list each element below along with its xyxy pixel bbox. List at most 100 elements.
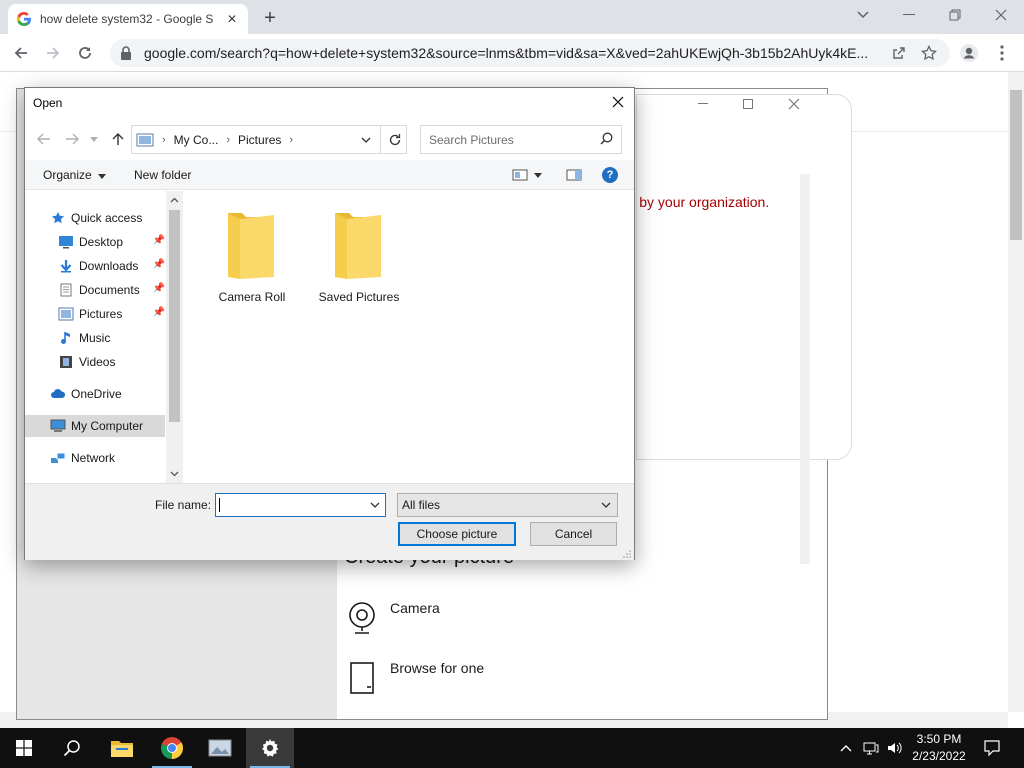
settings-gear-icon[interactable] <box>246 728 294 768</box>
search-icon[interactable] <box>48 728 96 768</box>
browse-option[interactable]: Browse for one <box>346 660 484 696</box>
video-icon <box>57 354 75 370</box>
profile-avatar-icon[interactable] <box>956 40 982 66</box>
dialog-footer: File name: All files Choose picture Canc… <box>25 483 634 560</box>
address-dropdown-chevron-icon[interactable] <box>354 126 378 153</box>
nav-item-label: Videos <box>79 355 116 369</box>
resize-grip-icon[interactable] <box>622 548 632 558</box>
share-icon[interactable] <box>888 42 910 64</box>
nav-item-quick-access[interactable]: Quick access <box>49 207 165 229</box>
settings-minimize-button[interactable] <box>680 93 726 115</box>
help-icon[interactable]: ? <box>599 165 621 185</box>
nav-item-pictures[interactable]: Pictures 📌 <box>57 303 165 325</box>
page-scroll-thumb[interactable] <box>1010 90 1022 240</box>
refresh-icon[interactable] <box>380 126 408 153</box>
view-options-icon[interactable] <box>509 165 531 185</box>
folder-icon <box>331 209 387 284</box>
nav-item-documents[interactable]: Documents 📌 <box>57 279 165 301</box>
reload-icon[interactable] <box>72 40 98 66</box>
file-name-input[interactable] <box>215 493 386 517</box>
chevron-down-icon[interactable] <box>365 494 385 516</box>
browser-tab[interactable]: how delete system32 - Google S ✕ <box>8 4 248 34</box>
nav-item-music[interactable]: Music <box>57 327 165 349</box>
camera-option-label: Camera <box>390 600 440 616</box>
recent-locations-chevron-icon[interactable] <box>87 128 101 150</box>
computer-icon <box>49 418 67 434</box>
lock-icon[interactable] <box>120 46 134 60</box>
dialog-close-button[interactable] <box>604 90 632 114</box>
forward-arrow-icon[interactable] <box>61 128 83 150</box>
clock-date: 2/23/2022 <box>912 749 966 763</box>
back-arrow-icon[interactable] <box>33 128 55 150</box>
new-folder-label: New folder <box>134 168 192 182</box>
file-name-label: File name: <box>155 498 212 512</box>
nav-item-label: Downloads <box>79 259 139 273</box>
settings-maximize-button[interactable] <box>725 93 771 115</box>
download-icon <box>57 258 75 274</box>
close-button[interactable] <box>978 0 1024 30</box>
nav-item-network[interactable]: Network <box>49 447 165 469</box>
breadcrumb-pictures[interactable]: Pictures <box>234 133 285 147</box>
tab-search-icon[interactable] <box>840 0 886 30</box>
breadcrumb-my-computer[interactable]: My Co... <box>170 133 223 147</box>
nav-item-desktop[interactable]: Desktop 📌 <box>57 231 165 253</box>
nav-item-onedrive[interactable]: OneDrive <box>49 383 165 405</box>
address-bar[interactable]: google.com/search?q=how+delete+system32&… <box>110 39 950 67</box>
kebab-menu-icon[interactable] <box>989 40 1015 66</box>
notifications-icon[interactable] <box>980 728 1004 768</box>
file-list-pane: Camera Roll Saved Pictures <box>184 191 634 483</box>
up-arrow-icon[interactable] <box>107 128 129 150</box>
show-hidden-icons-chevron-icon[interactable] <box>836 728 856 768</box>
scroll-down-chevron-icon[interactable] <box>166 465 183 483</box>
tab-close-icon[interactable]: ✕ <box>224 11 240 27</box>
windows-start-icon[interactable] <box>0 728 48 768</box>
folder-icon <box>224 209 280 284</box>
new-folder-button[interactable]: New folder <box>134 168 191 182</box>
organization-warning: ged by your organization. <box>612 194 770 210</box>
camera-option[interactable]: Camera <box>346 600 440 636</box>
chrome-icon[interactable] <box>148 728 196 768</box>
dialog-address-bar[interactable]: › My Co... › Pictures › <box>131 125 407 154</box>
organize-menu[interactable]: Organize <box>43 168 106 182</box>
search-icon[interactable] <box>600 132 613 148</box>
scroll-up-chevron-icon[interactable] <box>166 191 183 209</box>
forward-arrow-icon[interactable] <box>40 40 66 66</box>
search-placeholder: Search Pictures <box>429 132 514 147</box>
view-dropdown-chevron-icon[interactable] <box>531 165 545 185</box>
network-status-icon[interactable] <box>860 728 882 768</box>
system-clock[interactable]: 3:50 PM 2/23/2022 <box>906 731 972 765</box>
browser-tab-strip: how delete system32 - Google S ✕ + <box>0 0 1024 34</box>
new-tab-button[interactable]: + <box>258 6 282 30</box>
desktop-icon <box>57 234 75 250</box>
pin-icon: 📌 <box>152 259 165 270</box>
preview-pane-icon[interactable] <box>563 165 585 185</box>
nav-item-label: Network <box>71 451 116 465</box>
file-type-select[interactable]: All files <box>397 493 618 517</box>
nav-item-my-computer[interactable]: My Computer <box>25 415 165 437</box>
search-pictures-input[interactable]: Search Pictures <box>420 125 622 154</box>
bookmark-star-icon[interactable] <box>918 42 940 64</box>
breadcrumb-separator-icon: › <box>162 133 166 146</box>
settings-scrollbar[interactable] <box>800 174 810 564</box>
pin-icon: 📌 <box>152 235 165 246</box>
photos-app-icon[interactable] <box>196 728 244 768</box>
settings-close-button[interactable] <box>771 93 817 115</box>
restore-button[interactable] <box>932 0 978 30</box>
nav-item-videos[interactable]: Videos <box>57 351 165 373</box>
file-explorer-icon[interactable] <box>98 728 146 768</box>
nav-pane-scroll-thumb[interactable] <box>169 210 180 422</box>
back-arrow-icon[interactable] <box>8 40 34 66</box>
pictures-folder-icon <box>132 133 158 147</box>
volume-icon[interactable] <box>884 728 906 768</box>
cloud-icon <box>49 386 67 402</box>
nav-item-downloads[interactable]: Downloads 📌 <box>57 255 165 277</box>
minimize-button[interactable] <box>886 0 932 30</box>
cancel-button[interactable]: Cancel <box>530 522 617 546</box>
chevron-down-icon <box>97 168 106 182</box>
folder-saved-pictures[interactable]: Saved Pictures <box>311 209 407 304</box>
search-results-card <box>636 94 852 460</box>
taskbar: 3:50 PM 2/23/2022 <box>0 728 1024 768</box>
choose-picture-button[interactable]: Choose picture <box>398 522 516 546</box>
webcam-icon <box>346 600 378 636</box>
folder-camera-roll[interactable]: Camera Roll <box>204 209 300 304</box>
